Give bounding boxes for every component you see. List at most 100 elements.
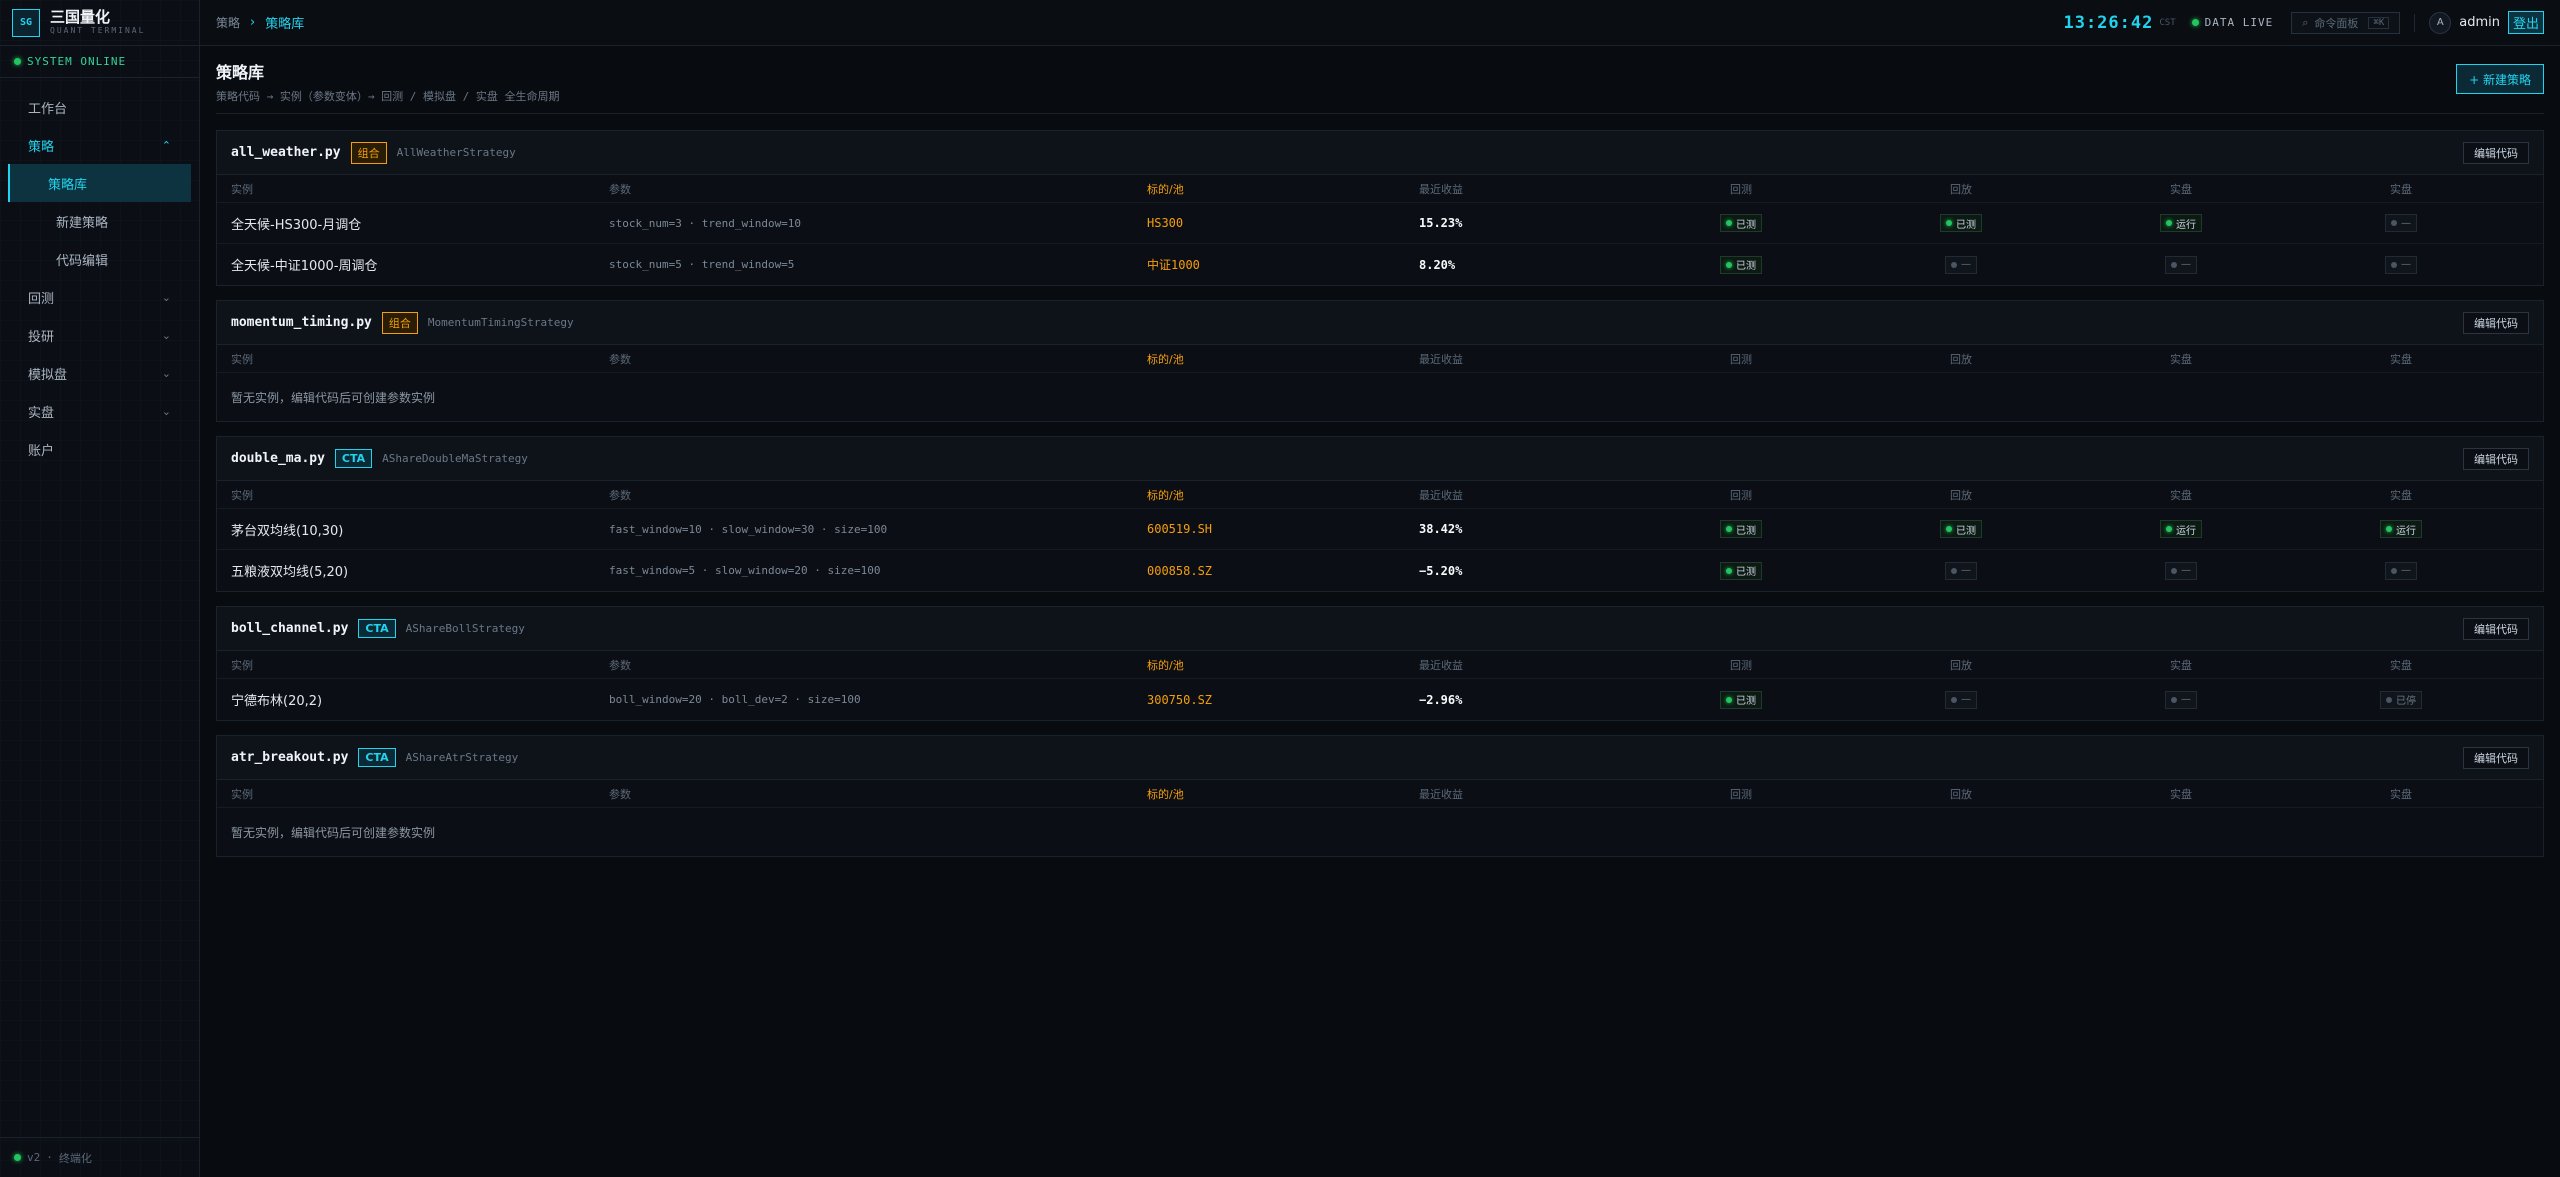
chevron-up-icon: ⌃	[161, 138, 171, 152]
table-row[interactable]: 全天候-HS300-月调仓 stock_num=3 · trend_window=…	[217, 203, 2543, 244]
column-header: 实盘	[2170, 658, 2192, 672]
instance-name[interactable]: 茅台双均线(10,30)	[231, 520, 609, 539]
nav-item-paper[interactable]: 模拟盘 ⌄	[0, 354, 199, 392]
status-badge[interactable]: —	[2385, 561, 2417, 580]
column-header: 最近收益	[1419, 488, 1463, 502]
status-badge[interactable]: 已测	[1940, 214, 1982, 232]
nav-item-account[interactable]: 账户	[0, 430, 199, 468]
column-header: 回放	[1950, 488, 1972, 502]
instance-params: stock_num=3 · trend_window=10	[609, 216, 802, 230]
status-badge[interactable]: 已测	[1720, 520, 1762, 538]
instance-target: HS300	[1147, 216, 1184, 230]
nav-item-live[interactable]: 实盘 ⌄	[0, 392, 199, 430]
status-badge[interactable]: —	[1945, 690, 1977, 709]
strategy-class-name: AShareDoubleMaStrategy	[382, 452, 528, 465]
strategy-card-header: atr_breakout.py CTA AShareAtrStrategy 编辑代码	[217, 736, 2543, 780]
column-header: 实盘	[2170, 787, 2192, 801]
column-header: 实盘	[2390, 352, 2412, 366]
logout-button[interactable]: 登出	[2507, 11, 2544, 34]
strategy-card: momentum_timing.py 组合 MomentumTimingStrate…	[216, 300, 2544, 422]
status-badge[interactable]: 已测	[1720, 255, 1762, 274]
sidebar: SG 三国量化 QUANT TERMINAL SYSTEM ONLINE 工作台…	[0, 0, 200, 1177]
nav-item-backtest[interactable]: 回测 ⌄	[0, 278, 199, 316]
brand-title: 三国量化	[50, 7, 111, 26]
status-dot-icon	[1726, 696, 1732, 703]
status-badge[interactable]: 已测	[1720, 561, 1762, 580]
nav-sub-strategy-library[interactable]: 策略库	[8, 164, 191, 202]
instance-name[interactable]: 全天候-中证1000-周调仓	[231, 255, 609, 274]
status-dot-icon	[14, 58, 21, 65]
status-badge[interactable]: 已测	[1720, 690, 1762, 709]
status-badge[interactable]: 已测	[1720, 214, 1762, 232]
status-badge[interactable]: —	[2165, 561, 2197, 580]
nav-sub-code-editor[interactable]: 代码编辑	[8, 240, 191, 278]
avatar[interactable]: A	[2429, 11, 2452, 34]
column-header: 参数	[609, 787, 631, 801]
instance-params: boll_window=20 · boll_dev=2 · size=100	[609, 693, 861, 706]
table-row[interactable]: 宁德布林(20,2) boll_window=20 · boll_dev=2 · …	[217, 679, 2543, 720]
empty-state: 暂无实例，编辑代码后可创建参数实例	[231, 390, 436, 405]
table-row[interactable]: 茅台双均线(10,30) fast_window=10 · slow_window…	[217, 509, 2543, 550]
search-icon: ⌕	[2302, 15, 2309, 29]
column-header: 实例	[231, 488, 253, 502]
column-header: 实盘	[2390, 658, 2412, 672]
status-badge[interactable]: —	[2165, 690, 2197, 709]
edit-code-button[interactable]: 编辑代码	[2463, 447, 2529, 470]
edit-code-button[interactable]: 编辑代码	[2463, 311, 2529, 334]
command-palette-button[interactable]: ⌕ 命令面板 ⌘K	[2291, 11, 2401, 34]
status-dot-icon	[2391, 261, 2397, 268]
status-badge[interactable]: —	[2165, 255, 2197, 274]
status-badge[interactable]: 运行	[2380, 520, 2422, 538]
edit-code-button[interactable]: 编辑代码	[2463, 746, 2529, 769]
instance-return: 8.20%	[1419, 257, 1456, 272]
status-dot-icon	[2171, 261, 2177, 268]
strategy-card: all_weather.py 组合 AllWeatherStrategy 编辑代码 实例…	[216, 130, 2544, 286]
instance-name[interactable]: 全天候-HS300-月调仓	[231, 214, 609, 233]
strategy-class-name: AShareBollStrategy	[405, 622, 525, 635]
edit-code-button[interactable]: 编辑代码	[2463, 141, 2529, 164]
column-header: 回放	[1950, 352, 1972, 366]
edit-code-button[interactable]: 编辑代码	[2463, 617, 2529, 640]
strategy-file-name: boll_channel.py	[231, 621, 349, 636]
clock: 13:26:42	[2063, 12, 2154, 33]
status-dot-icon	[2391, 567, 2397, 574]
column-header: 实例	[231, 658, 253, 672]
status-badge[interactable]: —	[2385, 255, 2417, 274]
instance-name[interactable]: 五粮液双均线(5,20)	[231, 561, 609, 580]
nav-item-workbench[interactable]: 工作台	[0, 88, 199, 126]
status-dot-icon	[2171, 567, 2177, 574]
topbar: 策略 › 策略库 13:26:42 CST DATA LIVE ⌕ 命令面板 ⌘…	[200, 0, 2560, 46]
status-dot-icon	[1726, 220, 1732, 226]
status-badge[interactable]: —	[1945, 255, 1977, 274]
nav-item-research[interactable]: 投研 ⌄	[0, 316, 199, 354]
column-header: 最近收益	[1419, 352, 1463, 366]
status-badge[interactable]: 已停	[2380, 690, 2422, 709]
breadcrumb-parent[interactable]: 策略	[216, 14, 240, 31]
shortcut-hint: ⌘K	[2368, 16, 2390, 29]
status-dot-icon	[2386, 696, 2392, 703]
status-badge[interactable]: —	[1945, 561, 1977, 580]
breadcrumb-current: 策略库	[265, 17, 305, 32]
column-header: 参数	[609, 182, 631, 196]
table-row[interactable]: 全天候-中证1000-周调仓 stock_num=5 · trend_window…	[217, 244, 2543, 285]
column-header: 回测	[1730, 352, 1752, 366]
column-header: 参数	[609, 658, 631, 672]
table-header: 实例 参数 标的/池 最近收益 回测 回放 实盘 实盘	[217, 481, 2543, 509]
new-strategy-button[interactable]: + 新建策略	[2456, 64, 2544, 94]
instance-name[interactable]: 宁德布林(20,2)	[231, 690, 609, 709]
strategy-card-header: double_ma.py CTA AShareDoubleMaStrategy 编辑代…	[217, 437, 2543, 481]
column-header: 实例	[231, 352, 253, 366]
status-badge[interactable]: 运行	[2160, 214, 2202, 232]
status-badge[interactable]: 运行	[2160, 520, 2202, 538]
column-header: 参数	[609, 352, 631, 366]
brand[interactable]: SG 三国量化 QUANT TERMINAL	[0, 0, 199, 46]
nav-sub-new-strategy[interactable]: 新建策略	[8, 202, 191, 240]
status-badge[interactable]: —	[2385, 214, 2417, 232]
status-badge[interactable]: 已测	[1940, 520, 1982, 538]
nav-item-strategy[interactable]: 策略 ⌃	[0, 126, 199, 164]
chevron-down-icon: ⌄	[161, 290, 171, 304]
page-header: 策略库 策略代码 → 实例（参数变体）→ 回测 / 模拟盘 / 实盘 全生命周期…	[216, 46, 2544, 114]
column-header: 标的/池	[1147, 787, 1184, 801]
table-row[interactable]: 五粮液双均线(5,20) fast_window=5 · slow_window=…	[217, 550, 2543, 591]
status-dot-icon	[1951, 261, 1957, 268]
